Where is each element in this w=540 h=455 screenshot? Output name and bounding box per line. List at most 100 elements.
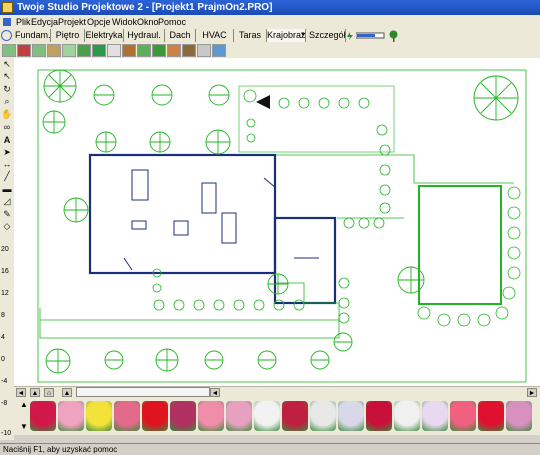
plant-thumbnail[interactable] <box>198 401 224 431</box>
plant-thumbnail[interactable] <box>226 401 252 431</box>
fence-icon[interactable] <box>32 44 46 57</box>
plant-thumbnail[interactable] <box>450 401 476 431</box>
tree-row-icon[interactable] <box>137 44 151 57</box>
path-icon[interactable] <box>47 44 61 57</box>
lawn-icon[interactable] <box>62 44 76 57</box>
title-bar: Twoje Studio Projektowe 2 - [Projekt1 Pr… <box>0 0 540 15</box>
tab-hydraul[interactable]: Hydraul. <box>124 29 165 42</box>
bed-icon[interactable] <box>122 44 136 57</box>
rotate-icon[interactable]: ↻ <box>1 84 13 95</box>
tool-a-icon[interactable]: ▲ <box>30 388 40 397</box>
shrubs <box>152 89 521 327</box>
plant-thumbnail[interactable] <box>254 401 280 431</box>
plant-category-select[interactable] <box>76 387 210 397</box>
tab-fundam[interactable]: Fundam. <box>15 29 51 42</box>
wall-icon[interactable] <box>17 44 31 57</box>
tab-elektryka[interactable]: Elektryka <box>85 29 124 42</box>
status-bar: Naciśnij F1, aby uzyskać pomoc <box>0 443 540 455</box>
plant-thumbnail[interactable] <box>142 401 168 431</box>
magnify-icon[interactable]: ⌕ <box>1 96 13 107</box>
plant-thumbnail[interactable] <box>394 401 420 431</box>
plant-thumbnail[interactable] <box>422 401 448 431</box>
plant-thumbnail[interactable] <box>310 401 336 431</box>
landscape-toolbar <box>0 43 540 59</box>
ruler-label: 16 <box>1 268 9 275</box>
rock-icon[interactable] <box>107 44 121 57</box>
plant-icon[interactable] <box>77 44 91 57</box>
plant-library: ▲ ▼ <box>14 397 540 435</box>
menu-okno[interactable]: Okno <box>137 15 159 29</box>
pool <box>418 185 502 305</box>
shrub-icon[interactable] <box>92 44 106 57</box>
deck-icon[interactable] <box>167 44 181 57</box>
ruler-label: -10 <box>1 430 12 437</box>
doc-icon <box>3 18 11 26</box>
tool-c-icon[interactable]: ▲ <box>62 388 72 397</box>
menu-pomoc[interactable]: Pomoc <box>158 15 186 29</box>
trees <box>42 69 519 374</box>
tab-hvac[interactable]: HVAC <box>196 29 234 42</box>
scroll-up-icon[interactable]: ▲ <box>20 401 28 409</box>
tab-bar: Fundam. Piętro Elektryka Hydraul. Dach H… <box>0 29 540 44</box>
window-title: Twoje Studio Projektowe 2 - [Projekt1 Pr… <box>17 2 273 13</box>
site-plan[interactable] <box>14 58 540 386</box>
lightning-icon[interactable] <box>345 31 355 41</box>
menu-opcje[interactable]: Opcje <box>87 15 111 29</box>
ruler-label: 8 <box>1 312 5 319</box>
ruler-label: 0 <box>1 356 5 363</box>
mulch-icon[interactable] <box>182 44 196 57</box>
plant-thumbnail[interactable] <box>30 401 56 431</box>
pencil-icon[interactable]: ✎ <box>1 209 13 220</box>
menu-edycja[interactable]: Edycja <box>31 15 58 29</box>
ruler-label: 20 <box>1 246 9 253</box>
plan-icon[interactable] <box>2 44 16 57</box>
tab-szczegol[interactable]: Szczegół <box>309 29 346 42</box>
menu-widok[interactable]: Widok <box>112 15 137 29</box>
hedge-icon[interactable] <box>152 44 166 57</box>
plant-thumbnail[interactable] <box>366 401 392 431</box>
arrow-icon[interactable]: ➤ <box>1 147 13 158</box>
tree-icon[interactable] <box>388 30 399 42</box>
dimension-icon[interactable]: ↔ <box>1 159 13 170</box>
zoom-icon[interactable] <box>1 30 12 41</box>
binoculars-icon[interactable]: ∞ <box>1 122 13 133</box>
scroll-down-icon[interactable]: ▼ <box>20 423 28 431</box>
plant-thumbnail[interactable] <box>114 401 140 431</box>
select-arrow-icon[interactable]: ↖ <box>1 59 13 70</box>
scroll-left-icon[interactable]: ◄ <box>16 388 26 397</box>
status-text: Naciśnij F1, aby uzyskać pomoc <box>3 445 118 454</box>
menu-bar: Plik Edycja Projekt Opcje Widok Okno Pom… <box>0 15 540 30</box>
gravel-icon[interactable] <box>197 44 211 57</box>
tab-taras[interactable]: Taras <box>234 29 267 42</box>
ruler-label: -4 <box>1 378 8 385</box>
vertical-ruler: 20 16 12 8 4 0 -4 -8 -10 <box>0 230 14 440</box>
plant-thumbnail[interactable] <box>86 401 112 431</box>
ruler-icon[interactable]: ▬ <box>1 184 13 195</box>
text-icon[interactable]: A <box>1 135 13 146</box>
camera-icon[interactable] <box>256 95 270 109</box>
drawing-canvas[interactable] <box>14 58 540 386</box>
plant-thumbnail[interactable] <box>170 401 196 431</box>
plant-thumbnail[interactable] <box>282 401 308 431</box>
measure-icon[interactable]: ◿ <box>1 196 13 207</box>
pan-hand-icon[interactable]: ✋ <box>1 109 13 120</box>
line-icon[interactable]: ╱ <box>1 171 13 182</box>
menu-plik[interactable]: Plik <box>16 15 31 29</box>
tool-b-icon[interactable]: ⌂ <box>44 388 54 397</box>
tab-dach[interactable]: Dach <box>165 29 196 42</box>
scroll-thumb-icon[interactable]: ◄ <box>210 388 220 397</box>
interior <box>131 169 319 259</box>
select-multi-icon[interactable]: ↖ <box>1 71 13 82</box>
plant-thumbnail[interactable] <box>478 401 504 431</box>
tab-pietro[interactable]: Piętro <box>51 29 85 42</box>
app-icon <box>2 2 13 13</box>
water-icon[interactable] <box>212 44 226 57</box>
chevron-down-icon[interactable]: ▾ <box>301 30 305 38</box>
plant-thumbnail[interactable] <box>58 401 84 431</box>
plant-thumbnail[interactable] <box>506 401 532 431</box>
scroll-right-icon[interactable]: ► <box>527 388 537 397</box>
slider-track[interactable] <box>356 32 386 40</box>
menu-projekt[interactable]: Projekt <box>58 15 86 29</box>
plant-thumbnail[interactable] <box>338 401 364 431</box>
ruler-label: 4 <box>1 334 5 341</box>
